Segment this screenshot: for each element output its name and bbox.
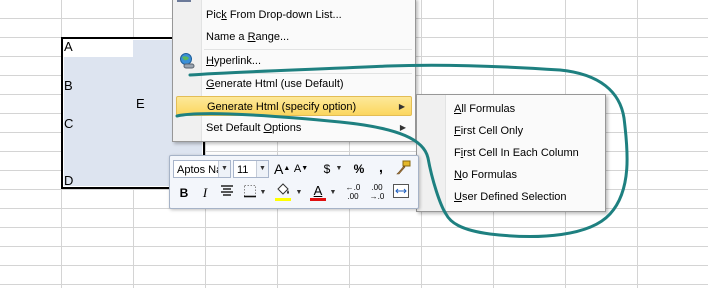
submenu-item-no-formulas[interactable]: No Formulas bbox=[420, 165, 602, 185]
shrink-font-button[interactable]: A▼ bbox=[293, 160, 309, 178]
menu-item-set-default-options[interactable]: Set Default Options ▶ bbox=[176, 118, 412, 138]
cell-e: E bbox=[136, 96, 145, 111]
center-align-button[interactable] bbox=[218, 184, 236, 202]
active-cell[interactable] bbox=[63, 39, 133, 57]
italic-button[interactable]: I bbox=[198, 184, 212, 202]
menu-item-hyperlink[interactable]: Hyperlink... bbox=[176, 51, 412, 71]
menu-item-icon-partial bbox=[177, 0, 191, 2]
increase-decimal-button[interactable]: ←.0 .00 bbox=[342, 183, 364, 201]
chevron-down-icon[interactable]: ▼ bbox=[256, 161, 268, 177]
font-name-value: Aptos Na bbox=[177, 164, 223, 176]
cell-c: C bbox=[64, 116, 74, 131]
currency-button[interactable]: $ bbox=[320, 160, 334, 178]
font-size-combo[interactable]: 11 ▼ bbox=[233, 160, 269, 178]
chevron-down-icon[interactable]: ▼ bbox=[328, 184, 338, 202]
font-size-value: 11 bbox=[237, 164, 249, 176]
shrink-font-icon: ▼ bbox=[301, 165, 309, 172]
menu-item-pick-from-dropdown[interactable]: Pick From Drop-down List... bbox=[176, 5, 412, 25]
format-painter-icon bbox=[396, 160, 411, 175]
menu-item-generate-html-default[interactable]: Generate Html (use Default) bbox=[176, 74, 412, 94]
merge-center-button[interactable] bbox=[392, 184, 410, 202]
fill-color-icon bbox=[277, 183, 289, 195]
context-menu: Pick From Drop-down List... Name a Range… bbox=[172, 0, 416, 142]
comma-style-button[interactable]: , bbox=[375, 158, 387, 176]
submenu-arrow-icon: ▶ bbox=[399, 123, 406, 132]
submenu-item-user-defined-selection[interactable]: User Defined Selection bbox=[420, 187, 602, 207]
hyperlink-icon bbox=[179, 53, 195, 69]
cell-b: B bbox=[64, 78, 73, 93]
decrease-decimal-button[interactable]: .00 →.0 bbox=[366, 183, 388, 201]
chevron-down-icon[interactable]: ▼ bbox=[294, 184, 304, 202]
cell-d: D bbox=[64, 173, 74, 188]
submenu-item-all-formulas[interactable]: All Formulas bbox=[420, 99, 602, 119]
grow-font-label: A bbox=[274, 161, 284, 177]
format-painter-button[interactable] bbox=[394, 160, 412, 178]
font-name-combo[interactable]: Aptos Na ▼ bbox=[173, 160, 231, 178]
chevron-down-icon[interactable]: ▼ bbox=[258, 184, 268, 202]
borders-icon bbox=[244, 185, 256, 198]
merge-cells-icon bbox=[393, 184, 409, 198]
menu-separator bbox=[204, 49, 412, 50]
grow-font-icon: ▲ bbox=[283, 165, 291, 172]
fill-color-swatch bbox=[275, 198, 291, 201]
cell-a: A bbox=[64, 39, 73, 54]
generate-html-submenu: All Formulas First Cell Only First Cell … bbox=[416, 94, 606, 212]
chevron-down-icon[interactable]: ▼ bbox=[218, 161, 230, 177]
grow-font-button[interactable]: A▲ bbox=[274, 160, 290, 178]
font-color-swatch bbox=[310, 198, 326, 201]
bold-button[interactable]: B bbox=[176, 184, 192, 202]
submenu-item-first-cell-only[interactable]: First Cell Only bbox=[420, 121, 602, 141]
submenu-item-first-cell-each-column[interactable]: First Cell In Each Column bbox=[420, 143, 602, 163]
borders-button[interactable] bbox=[242, 184, 258, 202]
mini-toolbar: Aptos Na ▼ 11 ▼ A▲ A▼ $ ▼ % , B I ▼ ▼ A … bbox=[169, 155, 419, 209]
percent-button[interactable]: % bbox=[350, 160, 368, 178]
menu-item-name-a-range[interactable]: Name a Range... bbox=[176, 27, 412, 47]
font-color-button[interactable]: A bbox=[310, 182, 326, 201]
submenu-arrow-icon: ▶ bbox=[398, 102, 405, 111]
align-center-icon bbox=[221, 185, 233, 196]
menu-item-generate-html-specify[interactable]: Generate Html (specify option) ▶ bbox=[176, 96, 412, 116]
fill-color-button[interactable] bbox=[274, 183, 292, 201]
chevron-down-icon[interactable]: ▼ bbox=[334, 160, 344, 178]
font-color-icon: A bbox=[313, 183, 323, 198]
